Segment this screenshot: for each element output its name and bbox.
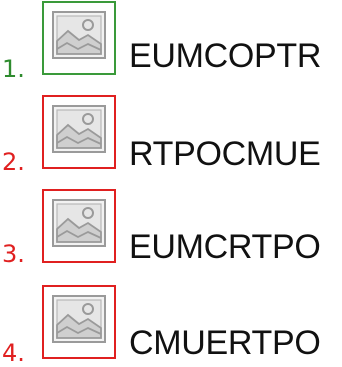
image-placeholder-icon [52, 105, 106, 153]
image-frame[interactable] [42, 285, 116, 359]
option-number: 2. [2, 148, 25, 176]
option-word: RTPOCMUE [129, 135, 321, 173]
option-4[interactable]: 4. CMUERTPO [0, 283, 342, 367]
option-word: CMUERTPO [129, 324, 321, 362]
option-1[interactable]: 1. EUMCOPTR [0, 0, 342, 86]
option-word: EUMCRTPO [129, 228, 321, 266]
image-placeholder-icon [52, 11, 106, 59]
image-frame[interactable] [42, 189, 116, 263]
option-number: 1. [2, 55, 25, 83]
option-number: 3. [2, 240, 25, 268]
option-number: 4. [2, 339, 25, 367]
answer-options: 1. EUMCOPTR 2. RTPOCMUE 3. EUMCRTPO 4. C… [0, 0, 342, 367]
image-frame[interactable] [42, 1, 116, 75]
option-2[interactable]: 2. RTPOCMUE [0, 94, 342, 180]
image-placeholder-icon [52, 295, 106, 343]
option-word: EUMCOPTR [129, 37, 322, 75]
image-placeholder-icon [52, 199, 106, 247]
option-3[interactable]: 3. EUMCRTPO [0, 189, 342, 275]
image-frame[interactable] [42, 95, 116, 169]
